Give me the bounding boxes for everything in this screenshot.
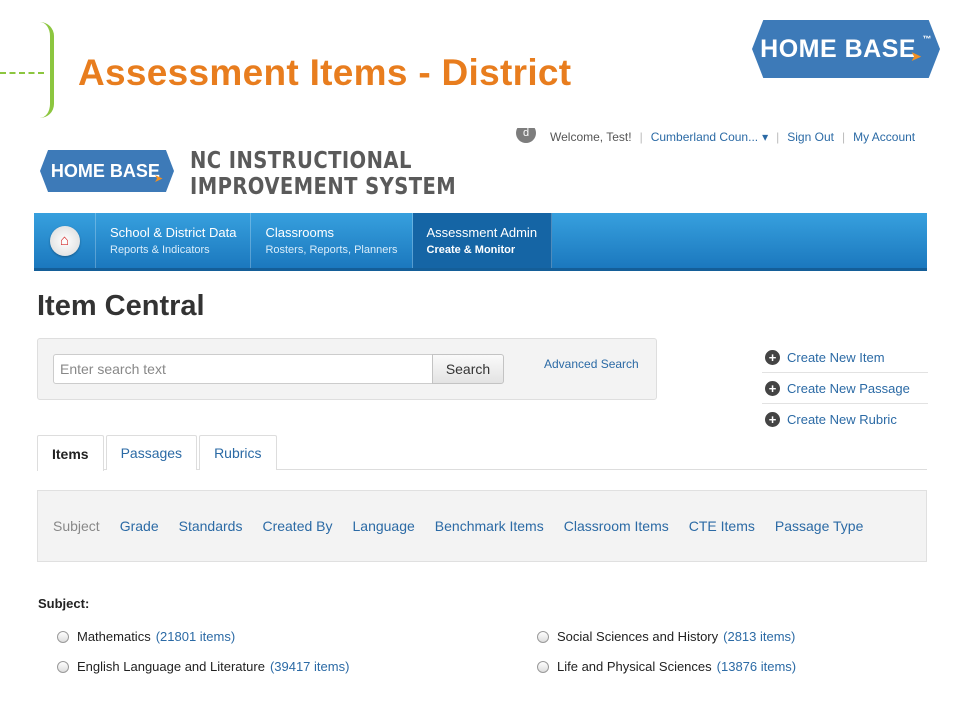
main-nav: ⌂ School & District Data Reports & Indic… <box>34 213 927 271</box>
nav-home[interactable]: ⌂ <box>34 213 96 268</box>
radio-button[interactable] <box>57 630 69 643</box>
nav-item-title: Classrooms <box>265 225 335 240</box>
radio-button[interactable] <box>537 660 549 673</box>
filter-passage-type[interactable]: Passage Type <box>775 518 863 534</box>
tab-passages[interactable]: Passages <box>105 435 198 470</box>
radio-button[interactable] <box>57 660 69 673</box>
app-logo[interactable]: HOME BASE ➤ <box>40 150 174 192</box>
separator: | <box>776 130 780 144</box>
subject-count[interactable]: (39417 items) <box>270 659 349 674</box>
trademark-mark: ™ <box>922 34 932 44</box>
search-input[interactable] <box>53 354 433 384</box>
tab-items[interactable]: Items <box>37 435 104 471</box>
action-label: Create New Passage <box>787 380 910 396</box>
filter-benchmark-items[interactable]: Benchmark Items <box>435 518 544 534</box>
nav-item-classrooms[interactable]: Classrooms Rosters, Reports, Planners <box>251 213 413 268</box>
subject-count[interactable]: (2813 items) <box>723 629 795 644</box>
subject-name: Mathematics <box>77 629 151 644</box>
nav-item-assessment-admin[interactable]: Assessment Admin Create & Monitor <box>412 213 553 268</box>
logo-text: HOME BASE <box>760 34 917 63</box>
create-new-passage-link[interactable]: + Create New Passage <box>762 373 928 404</box>
sign-out-link[interactable]: Sign Out <box>787 130 834 144</box>
radio-button[interactable] <box>537 630 549 643</box>
dashed-accent-line <box>0 72 44 74</box>
subject-option-english[interactable]: English Language and Literature (39417 i… <box>57 659 349 674</box>
page-title: Item Central <box>37 290 205 322</box>
my-account-link[interactable]: My Account <box>853 130 915 144</box>
system-name-line1: NC INSTRUCTIONAL <box>190 148 412 174</box>
search-panel: Search Advanced Search <box>37 338 657 400</box>
search-button[interactable]: Search <box>432 354 504 384</box>
subject-name: Life and Physical Sciences <box>557 659 712 674</box>
nav-item-title: Assessment Admin <box>426 225 538 240</box>
filter-bar: Subject Grade Standards Created By Langu… <box>37 490 927 562</box>
subject-count[interactable]: (21801 items) <box>156 629 235 644</box>
create-actions: + Create New Item + Create New Passage +… <box>762 342 928 435</box>
nav-item-title: School & District Data <box>110 225 237 240</box>
subject-label: Subject: <box>38 596 90 611</box>
plus-circle-icon: + <box>765 412 780 427</box>
filter-classroom-items[interactable]: Classroom Items <box>564 518 669 534</box>
system-name-line2: IMPROVEMENT SYSTEM <box>190 174 457 200</box>
filter-grade[interactable]: Grade <box>120 518 159 534</box>
home-base-logo: HOME BASE ➤ ™ <box>752 20 940 78</box>
filter-language[interactable]: Language <box>353 518 415 534</box>
bracket-accent <box>40 22 54 118</box>
nav-item-school-district-data[interactable]: School & District Data Reports & Indicat… <box>96 213 252 268</box>
nav-item-subtitle: Rosters, Reports, Planners <box>265 244 398 256</box>
filter-created-by[interactable]: Created By <box>262 518 332 534</box>
user-bar: d Welcome, Test! | Cumberland Coun... ▾ … <box>516 128 928 146</box>
create-new-rubric-link[interactable]: + Create New Rubric <box>762 404 928 435</box>
org-selector[interactable]: Cumberland Coun... <box>651 130 758 144</box>
system-name: NC INSTRUCTIONAL IMPROVEMENT SYSTEM <box>190 148 456 200</box>
filter-cte-items[interactable]: CTE Items <box>689 518 755 534</box>
nav-item-subtitle: Reports & Indicators <box>110 244 210 256</box>
plus-circle-icon: + <box>765 349 780 365</box>
subject-name: English Language and Literature <box>77 659 265 674</box>
separator: | <box>639 130 643 144</box>
action-label: Create New Rubric <box>787 412 897 427</box>
subject-option-mathematics[interactable]: Mathematics (21801 items) <box>57 629 235 644</box>
cursor-icon: ➤ <box>153 172 164 185</box>
filter-subject[interactable]: Subject <box>53 518 100 534</box>
tab-rubrics[interactable]: Rubrics <box>199 435 277 470</box>
logo-text: HOME BASE <box>50 160 160 181</box>
avatar[interactable]: d <box>516 128 536 143</box>
filter-standards[interactable]: Standards <box>179 518 243 534</box>
create-new-item-link[interactable]: + Create New Item <box>762 342 928 373</box>
advanced-search-link[interactable]: Advanced Search <box>544 357 639 371</box>
subject-count[interactable]: (13876 items) <box>717 659 796 674</box>
slide-title: Assessment Items - District <box>78 52 572 93</box>
nav-item-subtitle: Create & Monitor <box>426 244 516 256</box>
plus-circle-icon: + <box>765 380 780 396</box>
chevron-down-icon[interactable]: ▾ <box>762 130 768 144</box>
subject-option-life-physical-sciences[interactable]: Life and Physical Sciences (13876 items) <box>537 659 796 674</box>
home-icon[interactable]: ⌂ <box>49 225 80 256</box>
welcome-text: Welcome, Test! <box>550 130 632 144</box>
subject-option-social-sciences[interactable]: Social Sciences and History (2813 items) <box>537 629 795 644</box>
cursor-icon: ➤ <box>910 47 923 64</box>
separator: | <box>841 130 846 144</box>
action-label: Create New Item <box>787 349 885 365</box>
subject-name: Social Sciences and History <box>557 629 719 644</box>
content-tabs: Items Passages Rubrics <box>37 435 927 471</box>
